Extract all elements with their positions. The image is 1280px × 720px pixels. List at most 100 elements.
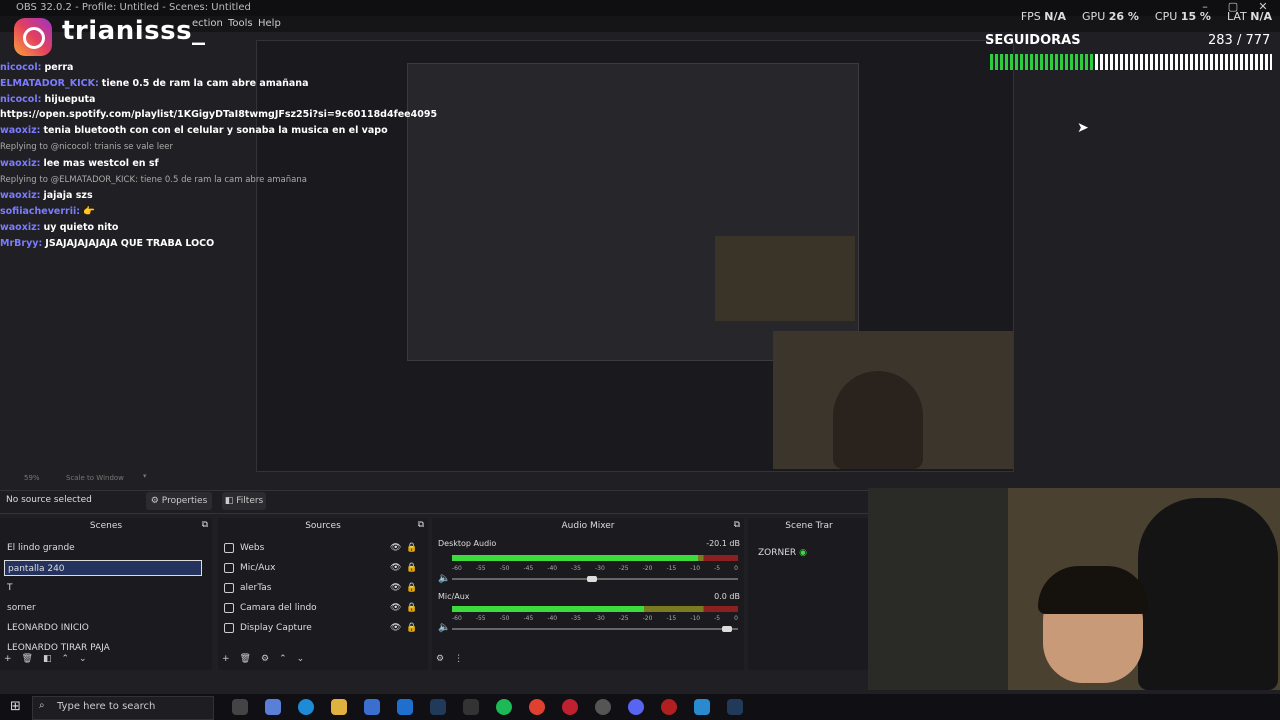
meter-tick-label: -10 xyxy=(690,615,701,622)
gear-icon[interactable]: ⚙ xyxy=(436,654,444,664)
meter-tick-label: -30 xyxy=(594,615,605,622)
meter-ticks: -60 -55 -50 -45 -40 -35 -30 -25 -20 -15 -10 -5 0 xyxy=(452,615,738,622)
meter-tick-label: -50 xyxy=(499,615,510,622)
volume-slider[interactable] xyxy=(452,628,738,630)
chat-text: jajaja szs xyxy=(43,190,93,202)
visibility-icon[interactable]: 👁 xyxy=(390,620,401,636)
filter-icon[interactable]: ◧ xyxy=(43,654,52,664)
edge-icon[interactable] xyxy=(298,699,314,715)
chrome-icon[interactable] xyxy=(529,699,545,715)
file-explorer-icon[interactable] xyxy=(331,699,347,715)
trash-icon[interactable]: 🗑 xyxy=(240,654,251,664)
visibility-icon[interactable]: 👁 xyxy=(390,560,401,576)
move-down-icon[interactable]: ⌄ xyxy=(297,654,305,664)
lock-icon[interactable]: 🔒 xyxy=(406,600,417,616)
steam-icon[interactable] xyxy=(430,699,446,715)
scenes-toolbar: + 🗑 ◧ ⌃ ⌄ xyxy=(4,654,87,664)
channel-name: Mic/Aux xyxy=(438,592,470,601)
meter-tick-label: -55 xyxy=(475,565,486,572)
gear-icon[interactable]: ⚙ xyxy=(261,654,269,664)
chat-username: waoxiz: xyxy=(0,190,41,202)
source-item[interactable]: alerTas 👁 🔒 xyxy=(222,580,422,596)
undock-icon[interactable]: ⧉ xyxy=(418,520,424,530)
scene-item[interactable]: pantalla 240 xyxy=(4,560,202,576)
source-item[interactable]: Mic/Aux 👁 🔒 xyxy=(222,560,422,576)
app-icon[interactable] xyxy=(463,699,479,715)
steam2-icon[interactable] xyxy=(727,699,743,715)
mouse-cursor-icon: ➤ xyxy=(1077,120,1089,136)
canvas-status-row: 59% Scale to Window ▾ xyxy=(0,470,870,486)
sources-dock: Sources ⧉ Webs 👁 🔒 Mic/Aux 👁 🔒 alerTas 👁 🔒 Camara… xyxy=(218,518,428,670)
properties-button[interactable]: ⚙ Properties xyxy=(146,492,212,510)
chevron-down-icon[interactable]: ▾ xyxy=(143,472,147,480)
channel-db: -20.1 dB xyxy=(706,539,740,548)
source-item[interactable]: Webs 👁 🔒 xyxy=(222,540,422,556)
volume-slider-knob[interactable] xyxy=(722,626,732,632)
lock-icon[interactable]: 🔒 xyxy=(406,620,417,636)
preview-canvas[interactable] xyxy=(256,40,1014,472)
scene-item[interactable]: LEONARDO INICIO xyxy=(4,620,202,636)
speaker-icon[interactable]: 🔈 xyxy=(438,573,450,584)
more-icon[interactable]: ⋮ xyxy=(454,654,463,664)
scene-item[interactable]: El lindo grande xyxy=(4,540,202,556)
source-label: Mic/Aux xyxy=(240,563,276,573)
chat-text: lee mas westcol en sf xyxy=(43,157,159,169)
chat-message: waoxiz: uy quieto nito xyxy=(0,220,300,236)
spotify-icon[interactable] xyxy=(496,699,512,715)
source-toolbar xyxy=(0,490,870,514)
menu-item-tools[interactable]: Tools xyxy=(228,18,253,29)
visibility-icon[interactable]: 👁 xyxy=(390,580,401,596)
move-down-icon[interactable]: ⌄ xyxy=(79,654,87,664)
outlook-icon[interactable] xyxy=(397,699,413,715)
source-item[interactable]: Display Capture 👁 🔒 xyxy=(222,620,422,636)
windows-start-icon[interactable]: ⊞ xyxy=(10,699,21,714)
trash-icon[interactable]: 🗑 xyxy=(22,654,33,664)
scene-item[interactable]: sorner xyxy=(4,600,202,616)
discord-icon[interactable] xyxy=(628,699,644,715)
scene-item[interactable]: T xyxy=(4,580,202,596)
filters-button[interactable]: ◧ Filters xyxy=(222,492,266,510)
copilot-icon[interactable] xyxy=(265,699,281,715)
speaker-icon[interactable]: 🔈 xyxy=(438,622,450,633)
visibility-icon[interactable]: 👁 xyxy=(390,600,401,616)
instagram-icon xyxy=(14,18,52,56)
chat-username: ELMATADOR_KICK: xyxy=(0,77,99,89)
chat-message: waoxiz: lee mas westcol en sf xyxy=(0,156,300,172)
opera-icon[interactable] xyxy=(562,699,578,715)
gear-icon: ⚙ xyxy=(150,496,159,506)
search-placeholder: Type here to search xyxy=(57,701,156,712)
chat-message: ELMATADOR_KICK: tiene 0.5 de ram la cam … xyxy=(0,76,308,92)
volume-slider-knob[interactable] xyxy=(587,576,597,582)
meter-tick-label: -5 xyxy=(714,615,721,622)
source-item[interactable]: Camara del lindo 👁 🔒 xyxy=(222,600,422,616)
app3-icon[interactable] xyxy=(694,699,710,715)
source-label: alerTas xyxy=(240,583,272,593)
menu-item-help[interactable]: Help xyxy=(258,18,281,29)
chat-reply: Replying to @nicocol: trianis se vale le… xyxy=(0,141,174,152)
move-up-icon[interactable]: ⌃ xyxy=(62,654,70,664)
webcam-person-hair xyxy=(1038,566,1148,614)
add-icon[interactable]: + xyxy=(222,654,230,664)
undock-icon[interactable]: ⧉ xyxy=(734,520,740,530)
scenes-title: Scenes xyxy=(89,521,123,531)
lock-icon[interactable]: 🔒 xyxy=(406,540,417,556)
meter-tick-label: -20 xyxy=(642,565,653,572)
add-icon[interactable]: + xyxy=(4,654,12,664)
filter-icon: ◧ xyxy=(224,496,234,506)
lock-icon[interactable]: 🔒 xyxy=(406,580,417,596)
visibility-icon[interactable]: 👁 xyxy=(390,540,401,556)
chat-text: perra xyxy=(44,62,74,73)
move-up-icon[interactable]: ⌃ xyxy=(279,654,287,664)
chat-text: JSAJAJAJAJAJA QUE TRABA LOCO xyxy=(45,237,215,249)
lat-stat: LAT N/A xyxy=(1226,10,1272,23)
gpu-stat: GPU 26 % xyxy=(1082,10,1139,23)
undock-icon[interactable]: ⧉ xyxy=(202,520,208,530)
lock-icon[interactable]: 🔒 xyxy=(406,560,417,576)
obs-icon[interactable] xyxy=(595,699,611,715)
scale-to-window-select[interactable]: Scale to Window xyxy=(66,474,124,482)
store-icon[interactable] xyxy=(364,699,380,715)
taskbar-search[interactable]: ⌕ Type here to search xyxy=(32,696,214,720)
task-view-icon[interactable] xyxy=(232,699,248,715)
transition-item[interactable]: ZORNER ◉ xyxy=(758,548,807,558)
app2-icon[interactable] xyxy=(661,699,677,715)
